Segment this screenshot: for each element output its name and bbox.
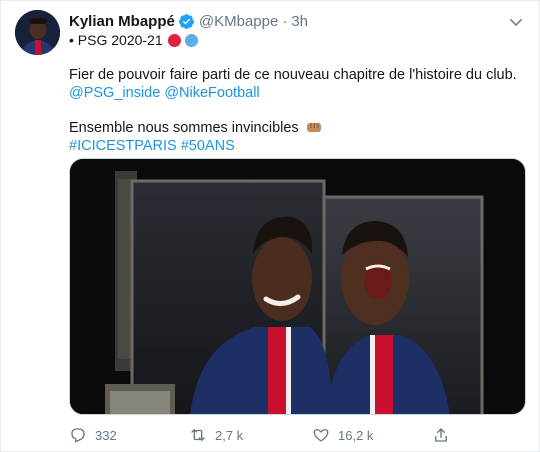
reply-icon	[71, 428, 85, 443]
hashtag-50ans[interactable]: #50ANS	[181, 138, 235, 154]
author-name[interactable]: Kylian Mbappé	[69, 13, 175, 30]
tweet-line-3: Ensemble nous sommes invincibles	[69, 120, 529, 138]
bio-line: • PSG 2020-21	[69, 32, 198, 48]
author-handle[interactable]: @KMbappe	[199, 13, 278, 30]
tweet-text: Fier de pouvoir faire parti de ce nouvea…	[69, 67, 529, 155]
tweet-hashtags: #ICICESTPARIS #50ANS	[69, 138, 529, 156]
mention-psg-inside[interactable]: @PSG_inside	[69, 85, 160, 101]
tweet-card[interactable]: Kylian Mbappé @KMbappe · 3h • PSG 2020-2…	[0, 0, 540, 452]
retweet-count: 2,7 k	[215, 427, 244, 443]
tweet-mentions: @PSG_inside @NikeFootball	[69, 85, 529, 103]
timestamp[interactable]: 3h	[291, 13, 308, 30]
verified-badge-icon	[178, 13, 194, 29]
chevron-down-icon[interactable]	[507, 13, 525, 31]
tweet-line-3-text: Ensemble nous sommes invincibles	[69, 120, 299, 136]
reply-button[interactable]: 332	[69, 425, 117, 445]
blue-circle-icon	[184, 33, 198, 47]
avatar-image	[15, 10, 60, 55]
avatar[interactable]	[15, 10, 60, 55]
share-icon	[435, 428, 447, 442]
tweet-media-photo[interactable]	[69, 158, 526, 415]
separator-dot: ·	[282, 12, 288, 30]
red-circle-icon	[167, 33, 181, 47]
like-count: 16,2 k	[338, 427, 374, 443]
like-button[interactable]: 16,2 k	[312, 425, 373, 445]
hashtag-icicestparis[interactable]: #ICICESTPARIS	[69, 138, 177, 154]
share-button[interactable]	[432, 425, 458, 445]
retweet-icon	[191, 429, 205, 441]
retweet-button[interactable]: 2,7 k	[189, 425, 243, 445]
raised-fist-emoji-icon	[306, 123, 321, 132]
bio-text: • PSG 2020-21	[69, 32, 163, 48]
photo-image	[70, 159, 525, 414]
tweet-actions: 332 2,7 k 16,2 k	[69, 425, 509, 445]
tweet-header: Kylian Mbappé @KMbappe · 3h	[69, 11, 308, 31]
tweet-line-1: Fier de pouvoir faire parti de ce nouvea…	[69, 67, 517, 83]
heart-icon	[313, 429, 329, 442]
reply-count: 332	[95, 427, 117, 443]
mention-nikefootball[interactable]: @NikeFootball	[164, 85, 259, 101]
